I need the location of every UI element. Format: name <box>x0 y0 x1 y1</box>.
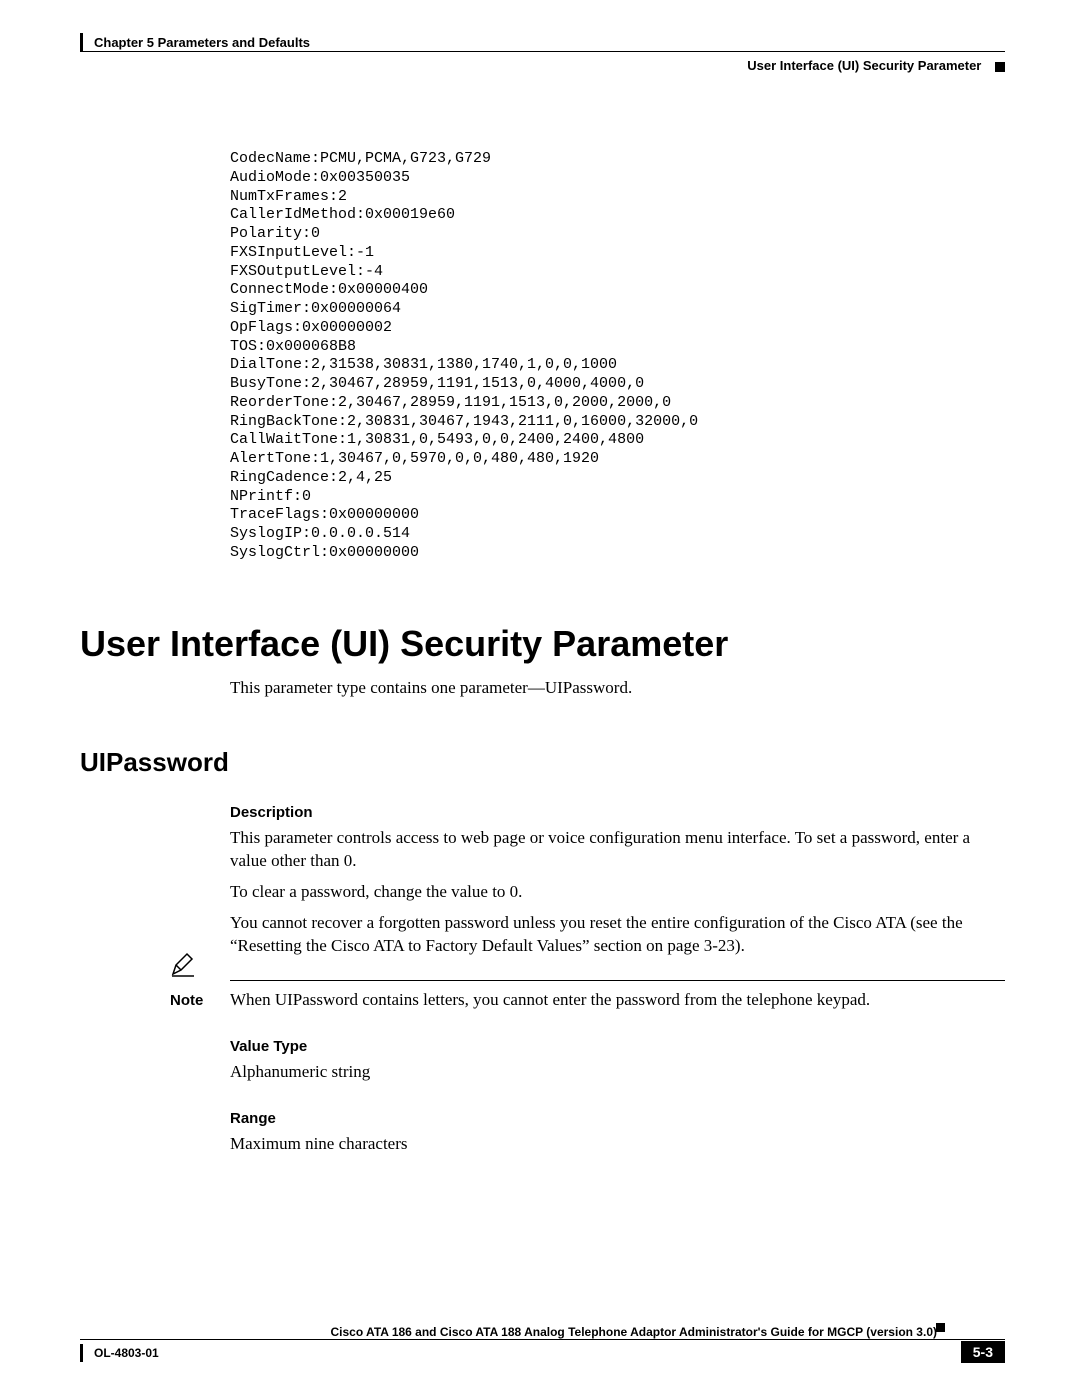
note-text: When UIPassword contains letters, you ca… <box>230 989 870 1012</box>
range-text: Maximum nine characters <box>230 1133 1005 1156</box>
footer-marker-icon <box>936 1323 945 1332</box>
pencil-icon <box>170 952 196 983</box>
description-p3: You cannot recover a forgotten password … <box>230 912 1005 958</box>
chapter-label: Chapter 5 Parameters and Defaults <box>94 35 310 50</box>
description-p2: To clear a password, change the value to… <box>230 881 1005 904</box>
footer-guide-title: Cisco ATA 186 and Cisco ATA 188 Analog T… <box>80 1325 1005 1339</box>
page-header: Chapter 5 Parameters and Defaults User I… <box>80 35 1005 95</box>
heading-ui-security: User Interface (UI) Security Parameter <box>80 623 1005 665</box>
header-marker-icon <box>995 62 1005 72</box>
page-number: 5-3 <box>961 1341 1005 1363</box>
range-label: Range <box>230 1110 1005 1127</box>
chapter-text: Chapter 5 Parameters and Defaults <box>94 35 310 50</box>
footer-doc-id: OL-4803-01 <box>80 1346 159 1360</box>
valuetype-text: Alphanumeric string <box>230 1061 1005 1084</box>
config-code-block: CodecName:PCMU,PCMA,G723,G729 AudioMode:… <box>230 150 1005 563</box>
note-label: Note <box>170 992 230 1009</box>
description-p1: This parameter controls access to web pa… <box>230 827 1005 873</box>
intro-paragraph: This parameter type contains one paramet… <box>230 677 1005 700</box>
description-label: Description <box>230 804 1005 821</box>
valuetype-label: Value Type <box>230 1038 1005 1055</box>
heading-uipassword: UIPassword <box>80 747 1005 778</box>
page-footer: Cisco ATA 186 and Cisco ATA 188 Analog T… <box>80 1325 1005 1362</box>
note-block: Note When UIPassword contains letters, y… <box>170 980 1005 1012</box>
section-text: User Interface (UI) Security Parameter <box>747 58 981 73</box>
section-label: User Interface (UI) Security Parameter <box>747 58 1005 73</box>
